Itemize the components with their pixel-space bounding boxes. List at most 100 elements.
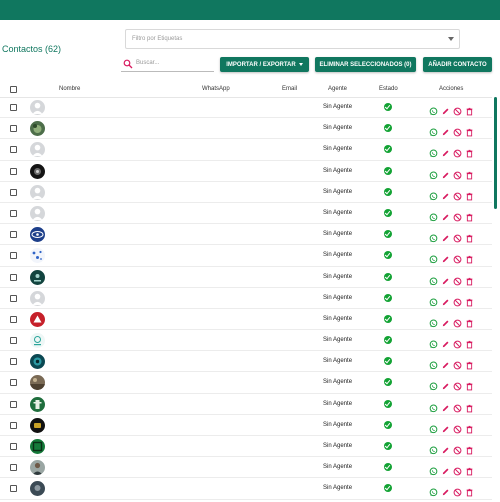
pencil-icon[interactable] xyxy=(441,400,450,411)
row-checkbox[interactable] xyxy=(10,146,17,154)
block-icon[interactable] xyxy=(453,357,462,370)
row-checkbox[interactable] xyxy=(10,231,17,239)
pencil-icon[interactable] xyxy=(441,294,450,305)
row-checkbox[interactable] xyxy=(10,464,17,472)
table-row[interactable]: Sin Agente xyxy=(0,330,492,352)
row-checkbox[interactable] xyxy=(10,167,17,175)
block-icon[interactable] xyxy=(453,336,462,349)
trash-icon[interactable] xyxy=(465,124,474,137)
table-row[interactable]: Sin Agente xyxy=(0,394,492,415)
block-icon[interactable] xyxy=(453,315,462,328)
row-checkbox[interactable] xyxy=(10,188,17,196)
whatsapp-icon[interactable] xyxy=(429,209,438,222)
trash-icon[interactable] xyxy=(465,251,474,264)
pencil-icon[interactable] xyxy=(441,463,450,475)
block-icon[interactable] xyxy=(453,484,462,497)
table-row[interactable]: Sin Agente xyxy=(0,161,492,182)
row-checkbox[interactable] xyxy=(10,252,17,260)
row-checkbox[interactable] xyxy=(10,125,17,133)
row-checkbox[interactable] xyxy=(10,104,17,111)
pencil-icon[interactable] xyxy=(441,315,450,327)
block-icon[interactable] xyxy=(453,230,462,243)
pencil-icon[interactable] xyxy=(441,167,450,178)
table-row[interactable]: Sin Agente xyxy=(0,436,492,458)
tag-filter-select[interactable]: Filtro por Etiquetas xyxy=(125,29,460,49)
table-row[interactable]: Sin Agente xyxy=(0,372,492,394)
trash-icon[interactable] xyxy=(465,357,474,370)
table-row[interactable]: Sin Agente xyxy=(0,224,492,246)
trash-icon[interactable] xyxy=(465,167,474,179)
block-icon[interactable] xyxy=(453,378,462,391)
whatsapp-icon[interactable] xyxy=(429,421,438,433)
pencil-icon[interactable] xyxy=(441,273,450,284)
select-all-checkbox[interactable] xyxy=(10,86,17,93)
block-icon[interactable] xyxy=(453,251,462,264)
pencil-icon[interactable] xyxy=(441,336,450,348)
trash-icon[interactable] xyxy=(465,484,474,497)
trash-icon[interactable] xyxy=(465,378,474,391)
block-icon[interactable] xyxy=(453,209,462,222)
row-checkbox[interactable] xyxy=(10,358,17,366)
trash-icon[interactable] xyxy=(465,336,474,349)
row-checkbox[interactable] xyxy=(10,337,17,345)
pencil-icon[interactable] xyxy=(441,209,450,221)
whatsapp-icon[interactable] xyxy=(429,230,438,243)
block-icon[interactable] xyxy=(453,273,462,285)
pencil-icon[interactable] xyxy=(441,145,450,157)
trash-icon[interactable] xyxy=(465,442,474,455)
block-icon[interactable] xyxy=(453,103,462,116)
block-icon[interactable] xyxy=(453,124,462,137)
pencil-icon[interactable] xyxy=(441,188,450,199)
block-icon[interactable] xyxy=(453,442,462,455)
whatsapp-icon[interactable] xyxy=(429,378,438,391)
table-row[interactable]: Sin Agente xyxy=(0,267,492,288)
pencil-icon[interactable] xyxy=(441,103,450,115)
row-checkbox[interactable] xyxy=(10,485,17,493)
row-checkbox[interactable] xyxy=(10,379,17,387)
table-row[interactable]: Sin Agente xyxy=(0,351,492,373)
whatsapp-icon[interactable] xyxy=(429,357,438,370)
whatsapp-icon[interactable] xyxy=(429,442,438,455)
block-icon[interactable] xyxy=(453,145,462,158)
trash-icon[interactable] xyxy=(465,209,474,222)
whatsapp-icon[interactable] xyxy=(429,145,438,158)
whatsapp-icon[interactable] xyxy=(429,315,438,328)
whatsapp-icon[interactable] xyxy=(429,336,438,349)
delete-selected-button[interactable]: ELIMINAR SELECCIONADOS (0) xyxy=(315,57,416,72)
table-row[interactable]: Sin Agente xyxy=(0,415,492,436)
add-contact-button[interactable]: AÑADIR CONTACTO xyxy=(423,57,492,72)
row-checkbox[interactable] xyxy=(10,443,17,450)
block-icon[interactable] xyxy=(453,188,462,201)
trash-icon[interactable] xyxy=(465,421,474,434)
table-row[interactable]: Sin Agente xyxy=(0,309,492,331)
whatsapp-icon[interactable] xyxy=(429,294,438,306)
trash-icon[interactable] xyxy=(465,273,474,285)
table-row[interactable]: Sin Agente xyxy=(0,457,492,479)
pencil-icon[interactable] xyxy=(441,124,450,136)
whatsapp-icon[interactable] xyxy=(429,124,438,137)
vertical-scrollbar[interactable] xyxy=(494,97,497,209)
trash-icon[interactable] xyxy=(465,294,474,307)
whatsapp-icon[interactable] xyxy=(429,188,438,200)
block-icon[interactable] xyxy=(453,421,462,434)
row-checkbox[interactable] xyxy=(10,273,17,281)
pencil-icon[interactable] xyxy=(441,421,450,433)
row-checkbox[interactable] xyxy=(10,400,17,408)
trash-icon[interactable] xyxy=(465,463,474,476)
block-icon[interactable] xyxy=(453,400,462,413)
pencil-icon[interactable] xyxy=(441,230,450,242)
whatsapp-icon[interactable] xyxy=(429,251,438,264)
whatsapp-icon[interactable] xyxy=(429,463,438,476)
pencil-icon[interactable] xyxy=(441,378,450,390)
whatsapp-icon[interactable] xyxy=(429,167,438,179)
table-row[interactable]: Sin Agente xyxy=(0,203,492,225)
table-row[interactable]: Sin Agente xyxy=(0,118,492,140)
trash-icon[interactable] xyxy=(465,315,474,328)
trash-icon[interactable] xyxy=(465,103,474,116)
table-row[interactable]: Sin Agente xyxy=(0,245,492,267)
whatsapp-icon[interactable] xyxy=(429,400,438,412)
trash-icon[interactable] xyxy=(465,400,474,412)
row-checkbox[interactable] xyxy=(10,421,17,429)
import-export-button[interactable]: IMPORTAR / EXPORTAR xyxy=(220,57,309,72)
table-row[interactable]: Sin Agente xyxy=(0,139,492,161)
